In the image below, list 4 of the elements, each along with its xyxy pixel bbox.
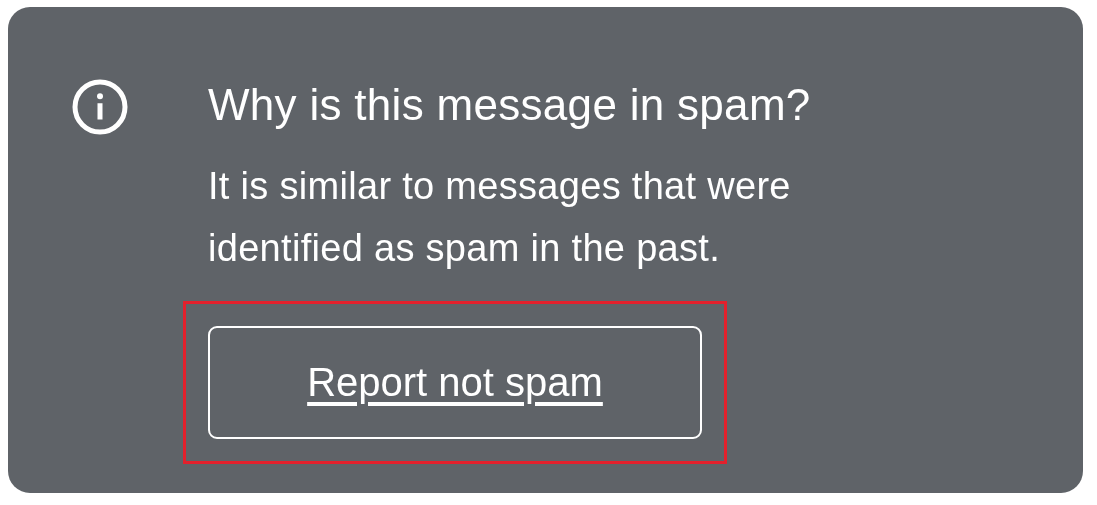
report-not-spam-button[interactable]: Report not spam bbox=[208, 326, 702, 439]
info-icon bbox=[70, 77, 130, 137]
notice-message: It is similar to messages that were identified as spam in the past. bbox=[208, 164, 792, 271]
notice-title: Why is this message in spam? bbox=[208, 79, 812, 131]
